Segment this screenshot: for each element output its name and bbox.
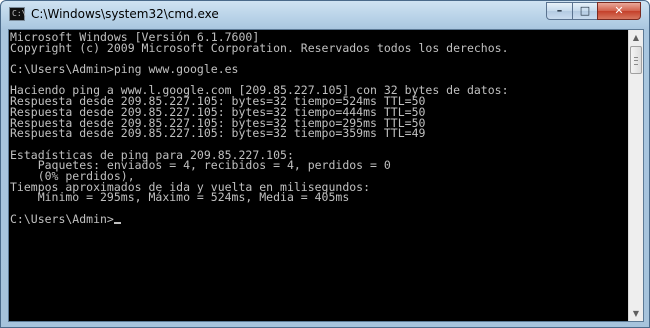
console-output[interactable]: Microsoft Windows [Versión 6.1.7600] Cop… [9,30,628,321]
console-prompt-line[interactable]: C:\Users\Admin> [10,211,628,226]
scroll-down-arrow-icon[interactable]: ▼ [629,306,643,321]
title-bar[interactable]: C:\ C:\Windows\system32\cmd.exe – □ ✕ [1,1,649,29]
console-line: C:\Users\Admin>ping www.google.es [10,62,239,77]
scroll-up-arrow-icon[interactable]: ▲ [629,30,643,45]
maximize-button[interactable]: □ [572,2,598,20]
console-prompt: C:\Users\Admin> [10,211,114,226]
text-cursor [113,221,121,224]
close-button[interactable]: ✕ [597,2,641,20]
vertical-scrollbar[interactable]: ▲ ▼ [628,30,643,321]
console-line: Copyright (c) 2009 Microsoft Corporation… [10,40,509,55]
console-area[interactable]: Microsoft Windows [Versión 6.1.7600] Cop… [8,29,644,322]
minimize-button[interactable]: – [546,2,573,20]
window-title: C:\Windows\system32\cmd.exe [31,7,219,21]
grip-icon [634,57,638,65]
cmd-icon[interactable]: C:\ [9,7,27,21]
console-line: Respuesta desde 209.85.227.105: bytes=32… [10,126,426,141]
cmd-window: C:\ C:\Windows\system32\cmd.exe – □ ✕ Mi… [0,0,650,328]
cmd-icon-glyph: C:\ [12,9,27,18]
scrollbar-thumb[interactable] [630,46,642,74]
console-line: Mínimo = 295ms, Máximo = 524ms, Media = … [10,190,350,205]
